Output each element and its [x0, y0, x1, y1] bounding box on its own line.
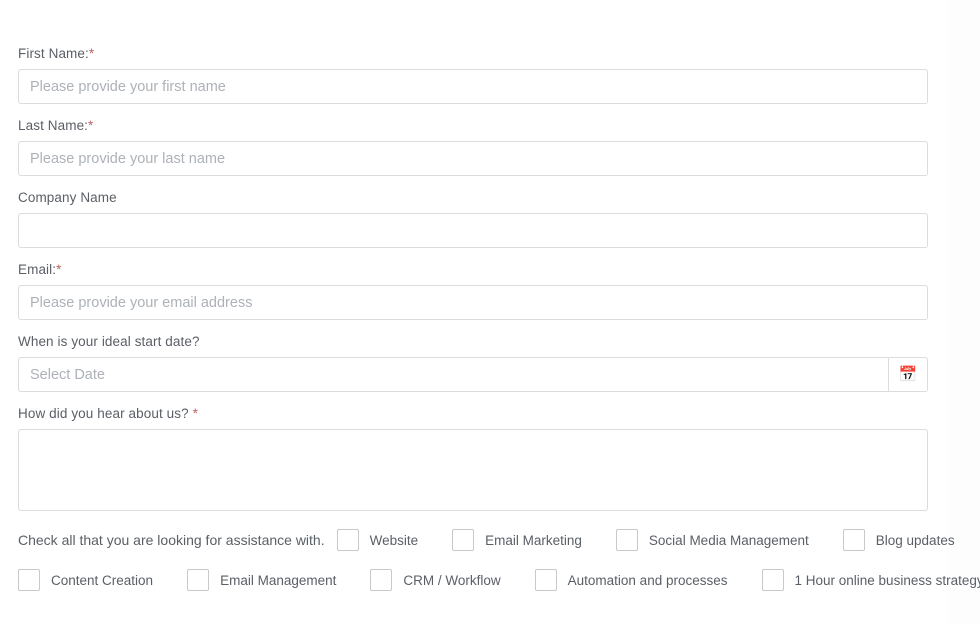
checkbox-label-social-media-management[interactable]: Social Media Management [649, 533, 809, 548]
assistance-prompt: Check all that you are looking for assis… [18, 532, 325, 548]
checkbox-email-management[interactable] [187, 569, 210, 591]
start-date-input[interactable] [18, 357, 888, 392]
checkbox-item-social-media-management[interactable]: Social Media Management [615, 529, 809, 551]
checkbox-label-blog-updates[interactable]: Blog updates [876, 533, 955, 548]
checkbox-item-blog-updates[interactable]: Blog updates [842, 529, 955, 551]
label-last-name: Last Name:* [18, 118, 928, 134]
checkbox-item-email-management[interactable]: Email Management [187, 569, 336, 591]
checkbox-item-crm-workflow[interactable]: CRM / Workflow [370, 569, 501, 591]
company-name-input[interactable] [18, 213, 928, 248]
start-date-row: 📅 [18, 357, 928, 392]
contact-request-form: First Name:* Last Name:* Company Name Em… [18, 46, 980, 591]
calendar-icon: 📅 [898, 366, 918, 383]
first-name-input[interactable] [18, 69, 928, 104]
required-asterisk-how-did-you-hear: * [192, 406, 198, 421]
checkbox-automation-and-processes[interactable] [534, 569, 557, 591]
checkbox-label-content-creation[interactable]: Content Creation [51, 573, 153, 588]
date-picker-button[interactable]: 📅 [888, 357, 928, 392]
checkbox-row-2: Content Creation Email Management CRM / … [18, 569, 980, 591]
checkbox-email-marketing[interactable] [452, 529, 475, 551]
field-start-date: When is your ideal start date? 📅 [18, 334, 928, 392]
required-asterisk-last-name: * [88, 118, 94, 133]
label-first-name: First Name:* [18, 46, 928, 62]
label-how-did-you-hear: How did you hear about us? * [18, 406, 928, 422]
field-last-name: Last Name:* [18, 118, 928, 176]
assistance-checkbox-section: Check all that you are looking for assis… [18, 529, 980, 591]
checkbox-label-email-marketing[interactable]: Email Marketing [485, 533, 582, 548]
required-asterisk-email: * [56, 262, 62, 277]
field-how-did-you-hear: How did you hear about us? * [18, 406, 928, 511]
label-start-date: When is your ideal start date? [18, 334, 928, 350]
checkbox-label-crm-workflow[interactable]: CRM / Workflow [403, 573, 500, 588]
checkbox-content-creation[interactable] [18, 569, 40, 591]
last-name-input[interactable] [18, 141, 928, 176]
checkbox-label-website[interactable]: Website [370, 533, 419, 548]
how-did-you-hear-textarea[interactable] [18, 429, 928, 511]
label-email-text: Email: [18, 262, 57, 277]
field-company-name: Company Name [18, 190, 928, 248]
checkbox-one-hour-online-business-strategy[interactable] [761, 569, 784, 591]
checkbox-item-automation-and-processes[interactable]: Automation and processes [534, 569, 728, 591]
checkbox-crm-workflow[interactable] [370, 569, 393, 591]
label-email: Email:* [18, 262, 928, 278]
checkbox-label-email-management[interactable]: Email Management [220, 573, 336, 588]
form-page: First Name:* Last Name:* Company Name Em… [0, 0, 980, 624]
email-input[interactable] [18, 285, 928, 320]
field-first-name: First Name:* [18, 46, 928, 104]
checkbox-item-website[interactable]: Website [336, 529, 419, 551]
field-email: Email:* [18, 262, 928, 320]
label-start-date-text: When is your ideal start date? [18, 334, 200, 349]
checkbox-blog-updates[interactable] [842, 529, 865, 551]
checkbox-website[interactable] [336, 529, 359, 551]
checkbox-social-media-management[interactable] [615, 529, 638, 551]
label-company-name: Company Name [18, 190, 928, 206]
checkbox-item-content-creation[interactable]: Content Creation [18, 569, 153, 591]
checkbox-item-one-hour-online-business-strategy[interactable]: 1 Hour online business strategy [761, 569, 980, 591]
label-company-name-text: Company Name [18, 190, 117, 205]
label-last-name-text: Last Name: [18, 118, 89, 133]
label-first-name-text: First Name: [18, 46, 89, 61]
checkbox-row-1: Check all that you are looking for assis… [18, 529, 955, 551]
required-asterisk-first-name: * [88, 46, 95, 61]
checkbox-item-email-marketing[interactable]: Email Marketing [452, 529, 582, 551]
checkbox-label-automation-and-processes[interactable]: Automation and processes [568, 573, 728, 588]
checkbox-label-one-hour-online-business-strategy[interactable]: 1 Hour online business strategy [795, 573, 980, 588]
label-how-did-you-hear-text: How did you hear about us? [18, 406, 193, 421]
